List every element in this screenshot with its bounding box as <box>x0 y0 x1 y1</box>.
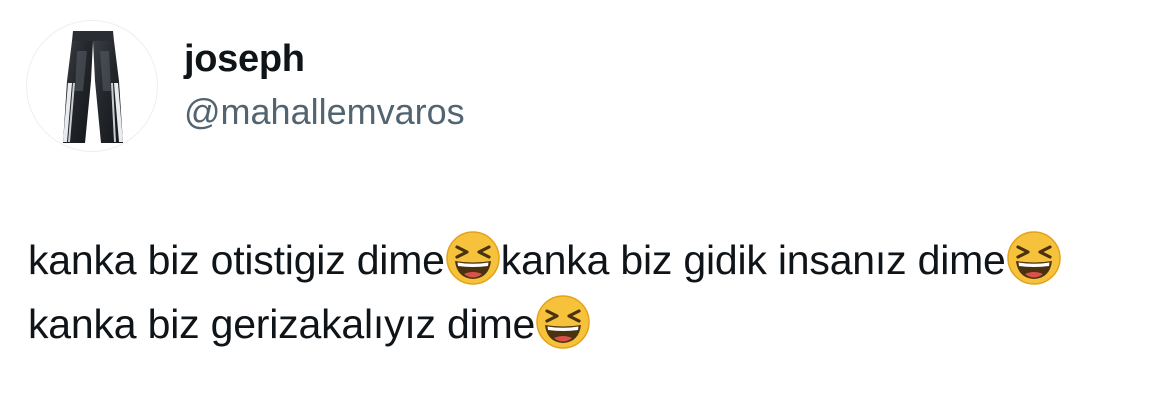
tweet-text-segment: kanka biz gidik insanız dime <box>500 237 1006 283</box>
grinning-squinting-face-icon <box>446 231 500 285</box>
author-handle[interactable]: @mahallemvaros <box>184 90 465 134</box>
tweet-text: kanka biz otistigiz dime kanka biz gidik… <box>28 228 1148 356</box>
author-info: joseph @mahallemvaros <box>184 36 465 134</box>
grinning-squinting-face-icon <box>1006 231 1061 285</box>
author-avatar[interactable] <box>26 20 158 152</box>
tweet-text-segment: kanka biz gerizakalıyız dime <box>28 301 536 347</box>
grinning-squinting-face-icon <box>536 295 590 349</box>
tweet-text-segment: kanka biz otistigiz dime <box>28 237 445 283</box>
jeans-avatar-icon <box>63 31 123 143</box>
author-display-name[interactable]: joseph <box>184 36 465 82</box>
tweet-card: joseph @mahallemvaros kanka biz otistigi… <box>0 0 1169 402</box>
